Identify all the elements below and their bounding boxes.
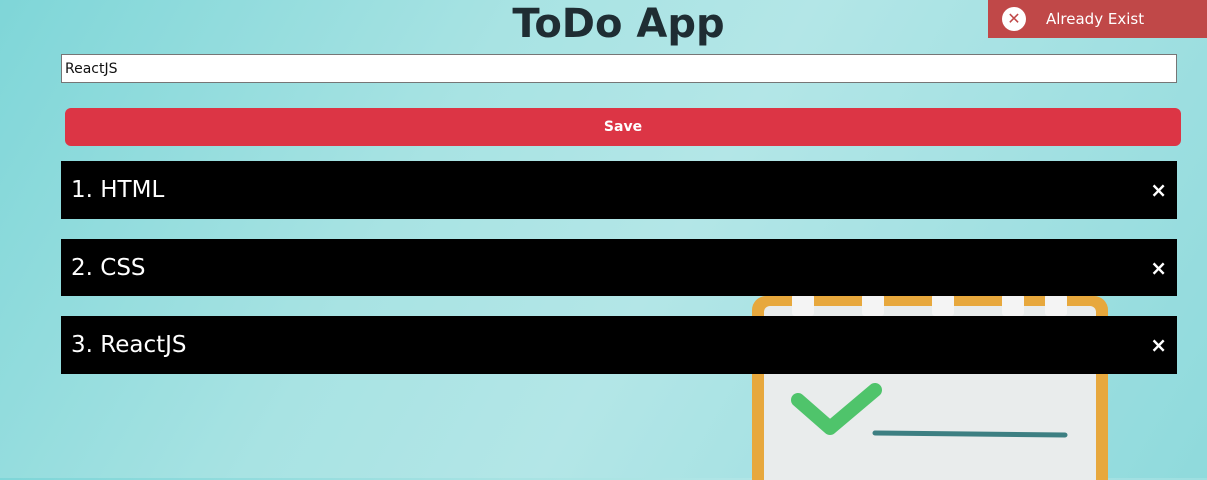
- todo-item: 2. CSS ×: [61, 239, 1177, 296]
- delete-icon[interactable]: ×: [1146, 333, 1171, 357]
- todo-item: 1. HTML ×: [61, 161, 1177, 219]
- close-circle-icon[interactable]: ✕: [1002, 7, 1026, 31]
- todo-item-label: 3. ReactJS: [71, 332, 187, 358]
- todo-item: 3. ReactJS ×: [61, 316, 1177, 374]
- todo-list: 1. HTML × 2. CSS × 3. ReactJS ×: [61, 161, 1177, 394]
- todo-item-label: 1. HTML: [71, 177, 165, 203]
- delete-icon[interactable]: ×: [1146, 178, 1171, 202]
- toast-message: Already Exist: [1046, 10, 1145, 28]
- todo-item-label: 2. CSS: [71, 254, 146, 281]
- error-toast[interactable]: ✕ Already Exist: [988, 0, 1207, 38]
- todo-input[interactable]: [61, 54, 1177, 83]
- delete-icon[interactable]: ×: [1146, 256, 1171, 280]
- save-button[interactable]: Save: [65, 108, 1181, 146]
